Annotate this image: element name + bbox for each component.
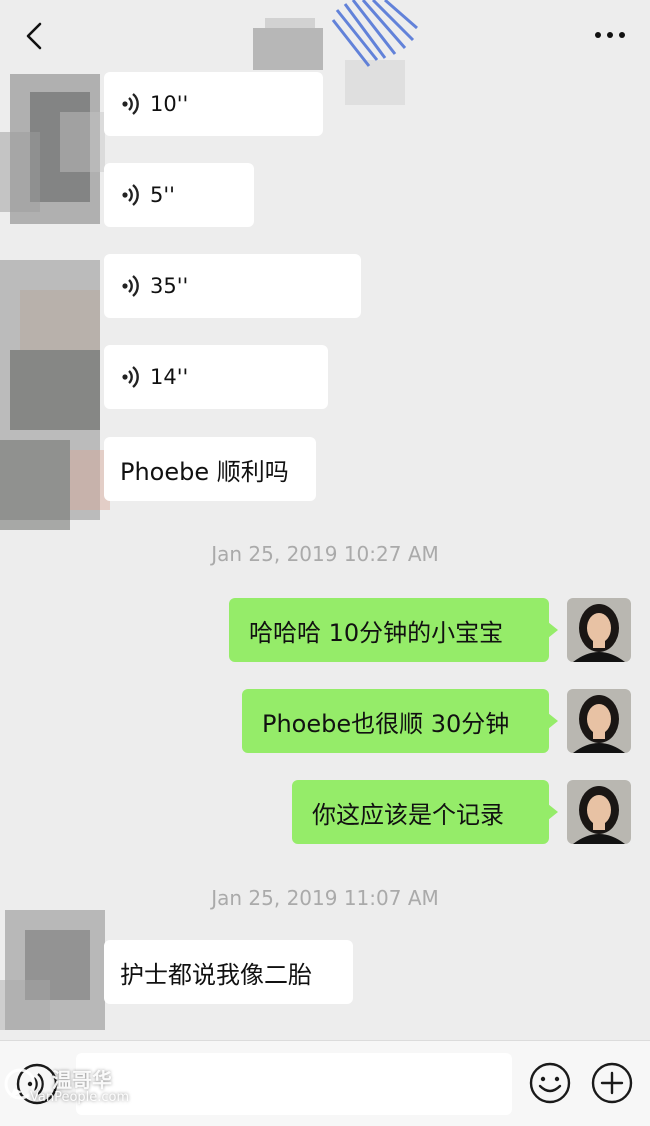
voice-wave-icon [122, 366, 139, 388]
outgoing-text-message[interactable]: Phoebe也很顺 30分钟 [242, 689, 558, 753]
voice-wave-icon [122, 275, 139, 297]
message-text: 护士都说我像二胎 [120, 960, 312, 989]
avatar-image [567, 780, 631, 844]
more-horizontal-icon[interactable] [590, 20, 630, 50]
message-text: 哈哈哈 10分钟的小宝宝 [249, 618, 504, 647]
avatar[interactable] [567, 689, 631, 753]
incoming-text-message[interactable]: Phoebe 顺利吗 [104, 437, 316, 501]
voice-duration: 5'' [150, 183, 175, 207]
plus-icon[interactable] [590, 1061, 634, 1105]
voice-duration: 35'' [150, 274, 189, 298]
redaction-scribble-avatar-3 [0, 910, 105, 1030]
watermark-text: 温哥华 [52, 1068, 112, 1092]
redaction-scribble-avatar-2 [0, 260, 110, 530]
message-text: Phoebe也很顺 30分钟 [262, 709, 510, 738]
voice-duration: 10'' [150, 92, 189, 116]
watermark-url: VanPeople.com [30, 1090, 130, 1105]
voice-message-2[interactable]: 5'' [104, 163, 254, 227]
voice-message-1[interactable]: 10'' [104, 72, 323, 136]
voice-message-3[interactable]: 35'' [104, 254, 361, 318]
incoming-text-message[interactable]: 护士都说我像二胎 [104, 940, 353, 1004]
message-text: Phoebe 顺利吗 [120, 457, 289, 486]
message-text: 你这应该是个记录 [312, 800, 504, 829]
chevron-left-icon[interactable] [18, 16, 54, 56]
voice-duration: 14'' [150, 365, 189, 389]
redaction-scribble-avatar-1 [0, 74, 105, 224]
timestamp: Jan 25, 2019 10:27 AM [211, 542, 439, 566]
voice-wave-icon [122, 93, 139, 115]
avatar[interactable] [567, 780, 631, 844]
emoji-icon[interactable] [528, 1061, 572, 1105]
avatar-image [567, 689, 631, 753]
avatar[interactable] [567, 598, 631, 662]
voice-wave-icon [122, 184, 139, 206]
outgoing-text-message[interactable]: 你这应该是个记录 [292, 780, 558, 844]
timestamp: Jan 25, 2019 11:07 AM [211, 886, 439, 910]
avatar-image [567, 598, 631, 662]
outgoing-text-message[interactable]: 哈哈哈 10分钟的小宝宝 [229, 598, 558, 662]
voice-message-4[interactable]: 14'' [104, 345, 328, 409]
